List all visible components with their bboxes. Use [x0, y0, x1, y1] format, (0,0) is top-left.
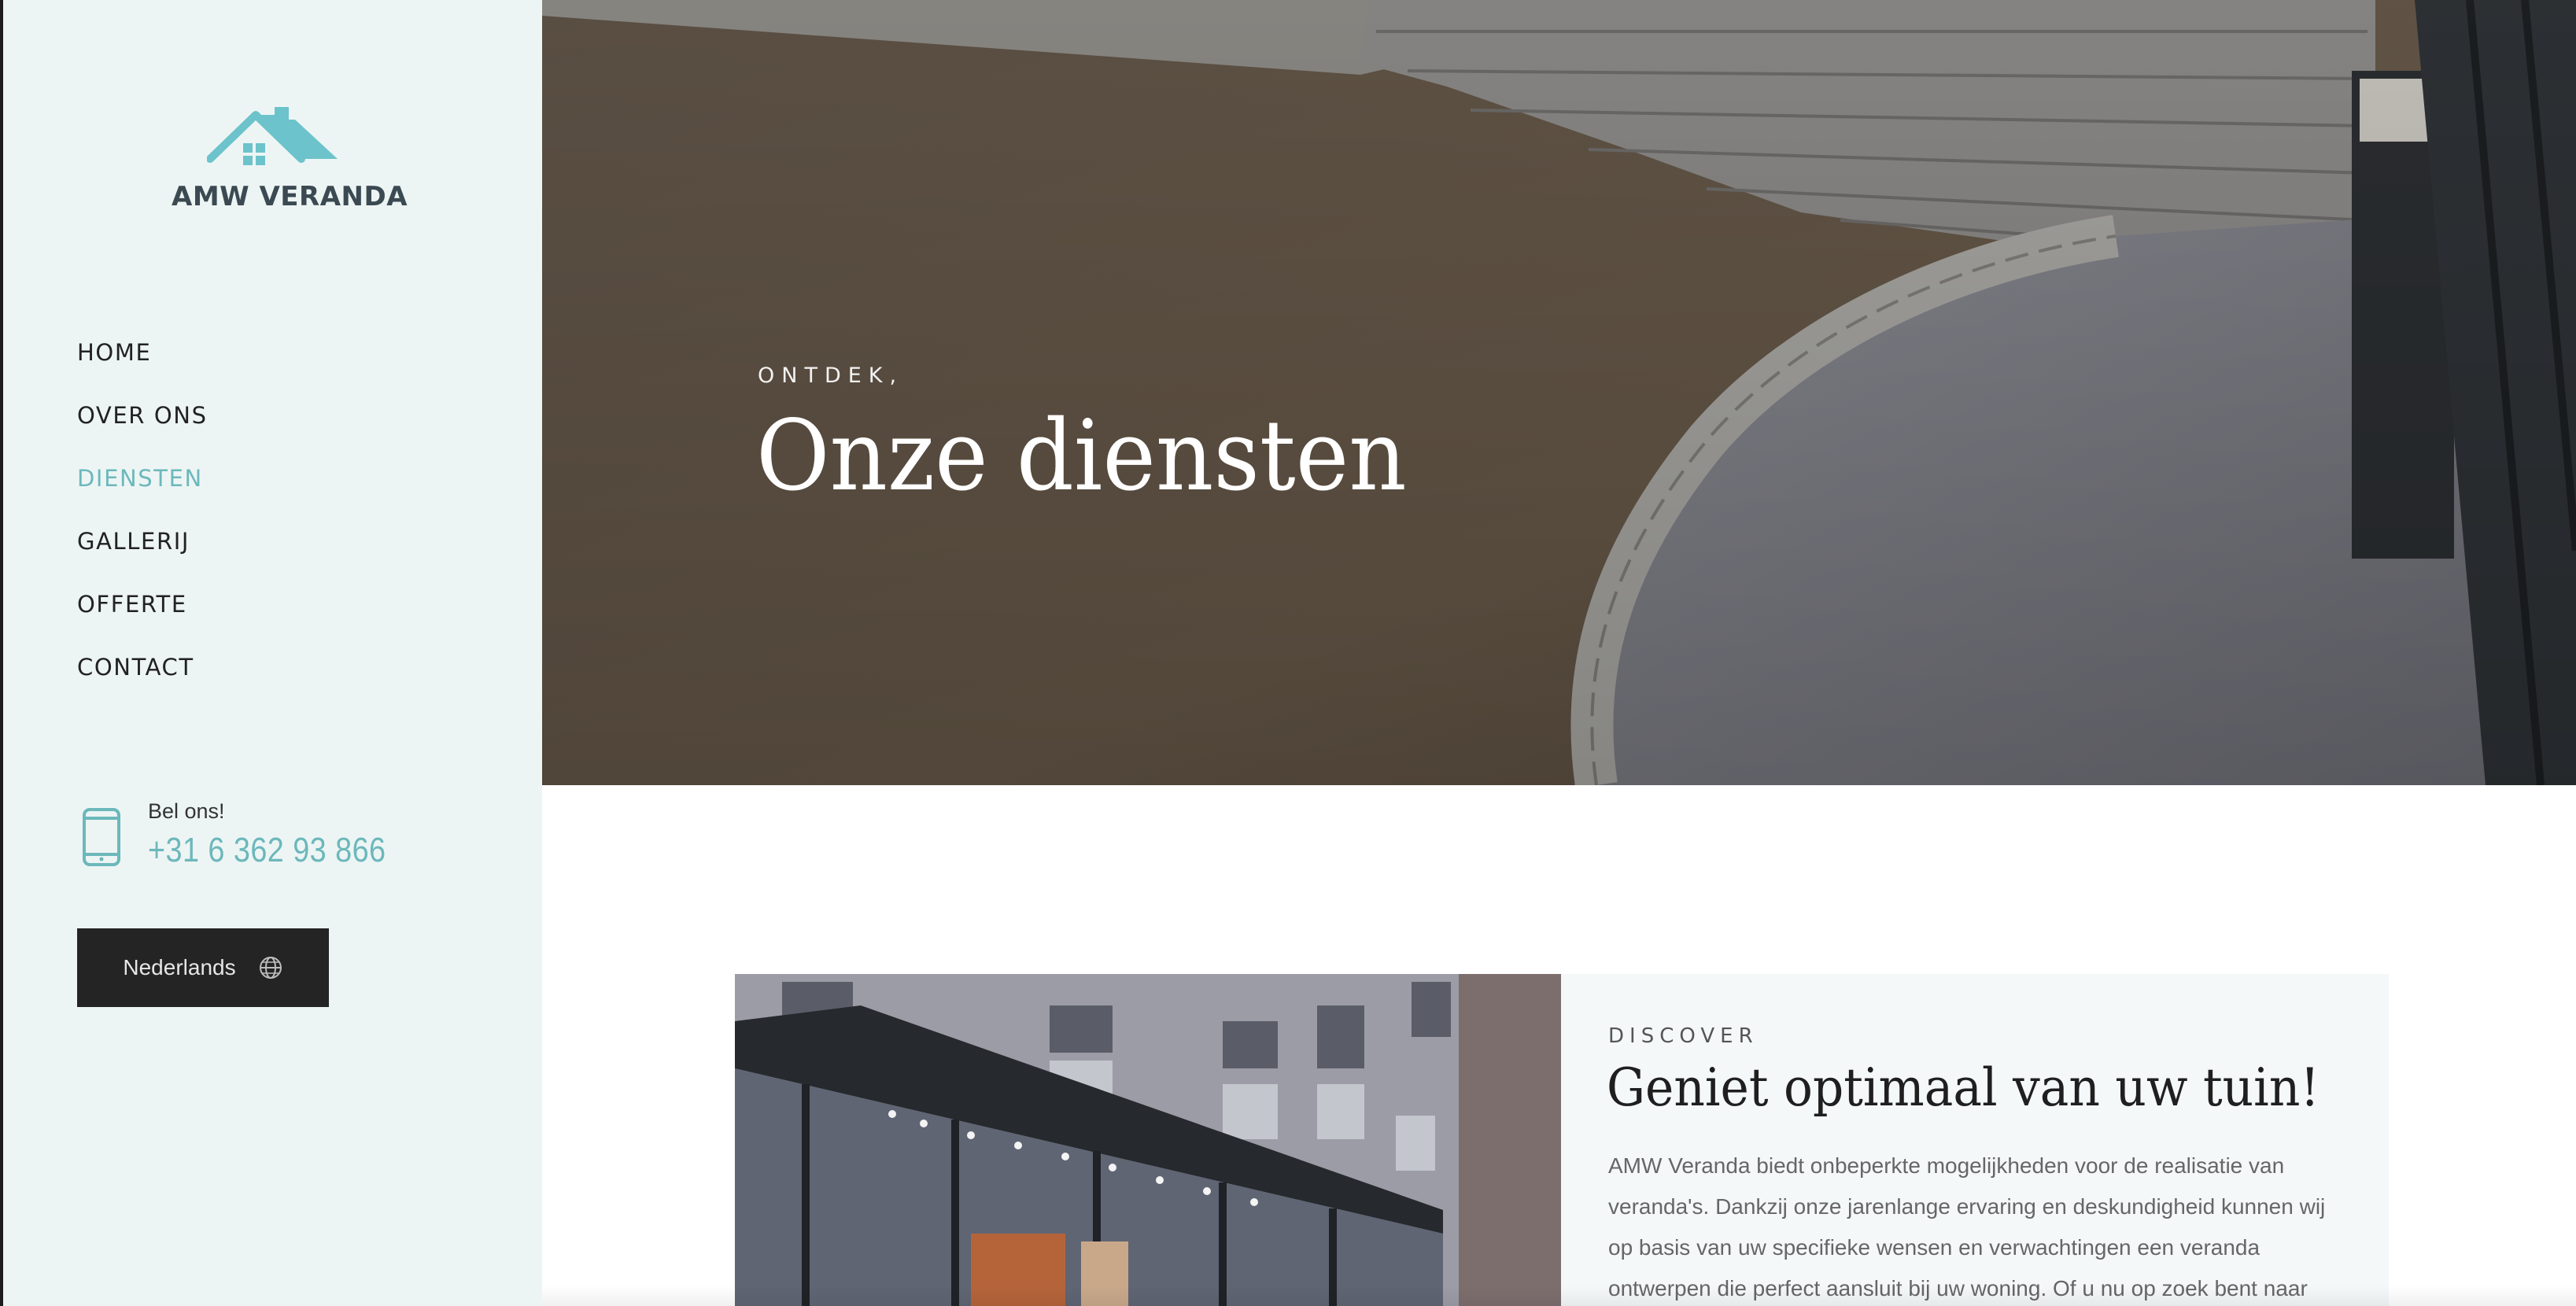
language-selector[interactable]: Nederlands	[77, 928, 329, 1007]
phone-icon	[83, 808, 120, 866]
nav-item-diensten[interactable]: DIENSTEN	[77, 461, 208, 524]
veranda-image	[735, 974, 1561, 1306]
logo[interactable]: AMW VERANDA	[172, 102, 408, 220]
call-label: Bel ons!	[148, 799, 225, 823]
nav-item-offerte[interactable]: OFFERTE	[77, 587, 208, 650]
globe-icon	[259, 957, 282, 979]
brand-name: AMW VERANDA	[172, 181, 408, 212]
nav-item-gallerij[interactable]: GALLERIJ	[77, 524, 208, 587]
hero-title: Onze diensten	[756, 400, 1407, 513]
main-nav: HOME OVER ONS DIENSTEN GALLERIJ OFFERTE …	[77, 335, 208, 713]
hero-background-image	[542, 0, 2576, 785]
hero-kicker: ONTDEK,	[758, 363, 904, 388]
veranda-photo	[735, 974, 1561, 1306]
call-block[interactable]: Bel ons! +31 6 362 93 866	[82, 796, 459, 883]
hero-banner: ONTDEK, Onze diensten	[542, 0, 2576, 785]
house-logo-icon	[207, 107, 338, 165]
nav-item-contact[interactable]: CONTACT	[77, 650, 208, 713]
section-kicker: DISCOVER	[1608, 1024, 1759, 1048]
sidebar: AMW VERANDA HOME OVER ONS DIENSTEN GALLE…	[0, 0, 542, 1306]
phone-number[interactable]: +31 6 362 93 866	[148, 831, 386, 870]
section-title: Geniet optimaal van uw tuin!	[1607, 1057, 2320, 1118]
nav-item-home[interactable]: HOME	[77, 335, 208, 398]
language-label: Nederlands	[123, 955, 236, 980]
section-body: AMW Veranda biedt onbeperkte mogelijkhed…	[1608, 1153, 2326, 1300]
intro-card: DISCOVER Geniet optimaal van uw tuin! AM…	[1561, 974, 2389, 1306]
nav-item-over-ons[interactable]: OVER ONS	[77, 398, 208, 461]
